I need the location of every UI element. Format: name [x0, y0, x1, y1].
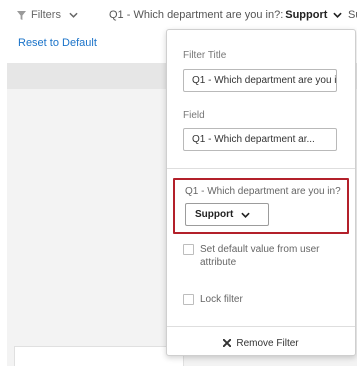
- remove-filter-label: Remove Filter: [236, 337, 299, 349]
- remove-filter-button[interactable]: Remove Filter: [167, 331, 355, 355]
- department-value-select[interactable]: Support: [185, 203, 269, 226]
- funnel-icon: [17, 10, 26, 20]
- question-label: Q1 - Which department are you in?: [185, 186, 341, 197]
- department-filter-chip[interactable]: Q1 - Which department are you in?: Suppo…: [109, 9, 343, 21]
- filter-chip-value: Support: [285, 9, 328, 21]
- chevron-down-icon: [333, 12, 343, 18]
- field-label: Field: [183, 110, 205, 121]
- chevron-down-icon: [241, 212, 251, 218]
- chevron-down-icon: [69, 12, 78, 18]
- field-select[interactable]: Q1 - Which department ar...: [183, 128, 337, 151]
- dashboard-widget-card: [14, 346, 184, 366]
- filter-chip-question: Q1 - Which department are you in?:: [109, 9, 284, 21]
- dashboard-page: Filters Q1 - Which department are you in…: [0, 0, 357, 366]
- filter-title-label: Filter Title: [183, 50, 227, 61]
- lock-filter-checkbox[interactable]: [183, 294, 194, 305]
- filters-label: Filters: [31, 9, 61, 21]
- next-filter-chip[interactable]: Su: [348, 9, 357, 21]
- lock-filter-option: Lock filter: [183, 293, 340, 306]
- default-value-checkbox-label: Set default value from user attribute: [200, 244, 320, 268]
- default-value-checkbox[interactable]: [183, 244, 194, 255]
- reset-to-default-link[interactable]: Reset to Default: [18, 37, 97, 49]
- filter-title-input[interactable]: Q1 - Which department are you in?: [183, 69, 337, 92]
- selected-value: Support: [195, 209, 234, 220]
- divider: [167, 326, 355, 327]
- value-selection-highlight: Q1 - Which department are you in? Suppor…: [173, 178, 349, 234]
- divider: [167, 168, 355, 169]
- lock-filter-checkbox-label: Lock filter: [200, 294, 243, 305]
- close-icon: [223, 339, 232, 347]
- default-value-option: Set default value from user attribute: [183, 243, 340, 269]
- filters-dropdown-button[interactable]: Filters: [17, 9, 78, 21]
- filter-edit-popover: Filter Title Q1 - Which department are y…: [166, 29, 356, 356]
